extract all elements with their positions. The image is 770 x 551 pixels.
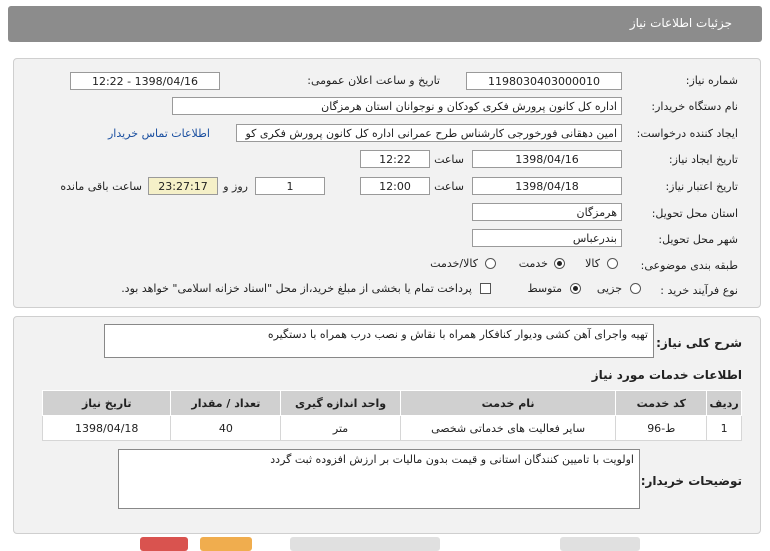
process-medium-label: متوسط (527, 282, 562, 295)
col-unit: واحد اندازه گیری (280, 390, 401, 416)
col-service-name: نام خدمت (399, 390, 617, 416)
category-goods-radio[interactable] (607, 258, 618, 269)
buyer-field: اداره کل کانون پرورش فکری کودکان و نوجوا… (172, 97, 622, 115)
bottom-button-2[interactable] (200, 537, 252, 551)
city-label: شهر محل تحویل: (658, 233, 738, 246)
process-medium-radio[interactable] (570, 283, 581, 294)
creator-field: امین دهقانی فورخورجی کارشناس طرح عمرانی … (236, 124, 622, 142)
created-date-label: تاریخ ایجاد نیاز: (668, 153, 738, 166)
announce-datetime-field: 1398/04/16 - 12:22 (70, 72, 220, 90)
cell-need-date: 1398/04/18 (41, 415, 172, 441)
col-row: ردیف (706, 390, 742, 416)
category-service-radio[interactable] (554, 258, 565, 269)
summary-field: تهیه واجرای آهن کشی ودیوار کنافکار همراه… (104, 324, 654, 358)
creator-label: ایجاد کننده درخواست: (636, 127, 738, 140)
created-date-field: 1398/04/16 (472, 150, 622, 168)
col-need-date: تاریخ نیاز (41, 390, 172, 416)
valid-date-field: 1398/04/18 (472, 177, 622, 195)
city-field: بندرعباس (472, 229, 622, 247)
category-goods-service-label: کالا/خدمت (430, 257, 478, 270)
page-header: جزئیات اطلاعات نیاز (8, 6, 762, 42)
services-title: اطلاعات خدمات مورد نیاز (591, 368, 742, 382)
process-label: نوع فرآیند خرید : (660, 284, 738, 297)
treasury-payment-note: پرداخت تمام یا بخشی از مبلغ خرید،از محل … (121, 282, 472, 295)
province-field: هرمزگان (472, 203, 622, 221)
process-minor-radio[interactable] (630, 283, 641, 294)
valid-time-label: ساعت (434, 180, 464, 193)
days-field: 1 (255, 177, 325, 195)
valid-date-label: تاریخ اعتبار نیاز: (665, 180, 738, 193)
treasury-payment-checkbox[interactable] (480, 283, 491, 294)
remaining-label: ساعت باقی مانده (60, 180, 142, 193)
cell-quantity: 40 (170, 415, 282, 441)
col-service-code: کد خدمت (615, 390, 708, 416)
need-number-label: شماره نیاز: (685, 74, 738, 87)
buyer-label: نام دستگاه خریدار: (651, 100, 738, 113)
category-goods-label: کالا (585, 257, 600, 270)
buyer-contact-link[interactable]: اطلاعات تماس خریدار (108, 127, 210, 140)
col-quantity: تعداد / مقدار (170, 390, 282, 416)
category-label: طبقه بندی موضوعی: (640, 259, 738, 272)
remaining-time-field: 23:27:17 (148, 177, 218, 195)
cell-row: 1 (706, 415, 742, 441)
table-row: 1 ط-96 سایر فعالیت های خدماتی شخصی متر 4… (41, 415, 742, 441)
bottom-button-3[interactable] (290, 537, 440, 551)
created-time-field: 12:22 (360, 150, 430, 168)
bottom-button-4[interactable] (560, 537, 640, 551)
bottom-button-1[interactable] (140, 537, 188, 551)
table-header-row: ردیف کد خدمت نام خدمت واحد اندازه گیری ت… (41, 390, 742, 416)
buyer-notes-field: اولویت با تامیین کنندگان استانی و قیمت ب… (118, 449, 640, 509)
announce-label: تاریخ و ساعت اعلان عمومی: (307, 74, 440, 87)
created-time-label: ساعت (434, 153, 464, 166)
cell-service-name: سایر فعالیت های خدماتی شخصی (399, 415, 617, 441)
summary-label: شرح کلی نیاز: (656, 336, 742, 350)
page-title: جزئیات اطلاعات نیاز (629, 16, 732, 30)
process-minor-label: جزیی (596, 282, 622, 295)
days-label: روز و (223, 180, 248, 193)
province-label: استان محل تحویل: (651, 207, 738, 220)
buyer-notes-label: توضیحات خریدار: (640, 474, 742, 488)
cell-service-code: ط-96 (615, 415, 708, 441)
valid-time-field: 12:00 (360, 177, 430, 195)
services-table: ردیف کد خدمت نام خدمت واحد اندازه گیری ت… (41, 390, 742, 441)
category-goods-service-radio[interactable] (485, 258, 496, 269)
category-service-label: خدمت (518, 257, 548, 270)
need-number-field: 1198030403000010 (466, 72, 622, 90)
cell-unit: متر (280, 415, 401, 441)
